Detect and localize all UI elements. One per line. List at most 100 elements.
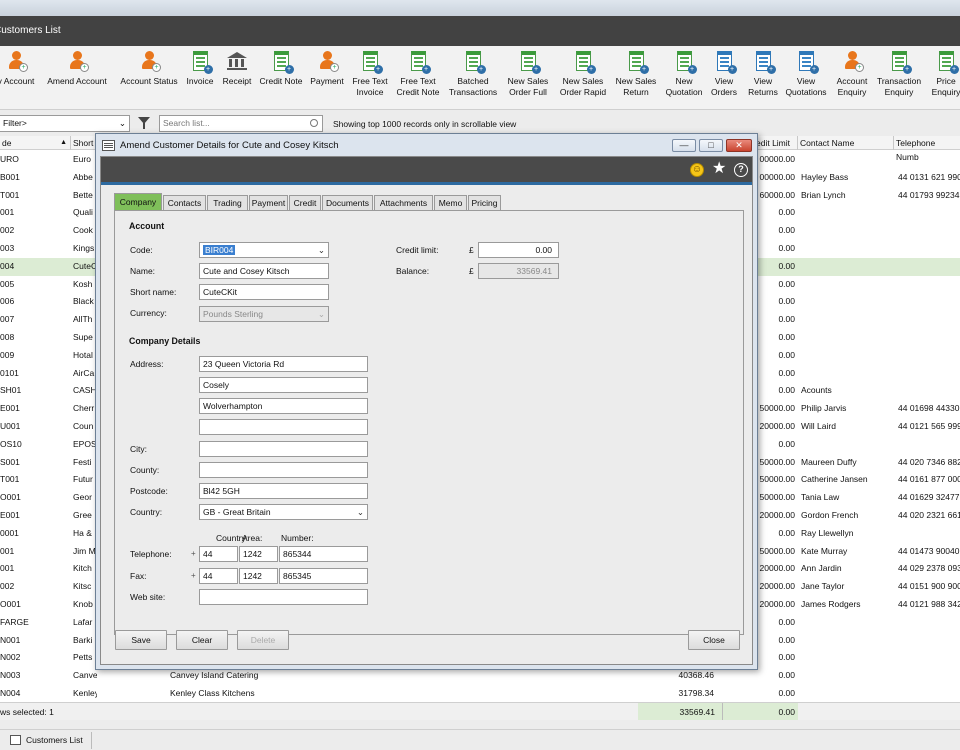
telephone-country-field[interactable]: 44 <box>199 546 238 562</box>
free-text-invoice-icon: + <box>360 50 383 74</box>
save-button[interactable]: Save <box>115 630 167 650</box>
view-returns-icon: + <box>753 50 776 74</box>
toolbar-button[interactable]: + Account Enquiry <box>830 50 874 98</box>
col-telephone-header[interactable]: Telephone Numb <box>893 136 960 162</box>
address-label: Address: <box>130 359 164 369</box>
postcode-field[interactable]: Bl42 5GH <box>199 483 368 499</box>
search-icon[interactable] <box>310 119 318 127</box>
tab-pricing[interactable]: Pricing <box>468 195 501 210</box>
col-code-label: de <box>2 138 12 148</box>
tab-attachments[interactable]: Attachments <box>374 195 433 210</box>
address-line-1[interactable]: 23 Queen Victoria Rd <box>199 356 368 372</box>
address-line-3[interactable]: Wolverhampton <box>199 398 368 414</box>
tab-trading[interactable]: Trading <box>207 195 248 210</box>
cell-short: Gree <box>73 510 92 520</box>
help-icon[interactable]: ? <box>734 163 748 177</box>
toolbar-button[interactable]: + Batched Transactions <box>445 50 501 98</box>
balance-currency: £ <box>469 266 474 276</box>
city-field[interactable] <box>199 441 368 457</box>
fax-label: Fax: <box>130 571 147 581</box>
clear-button[interactable]: Clear <box>176 630 228 650</box>
toolbar-button-label: New Sales Order Full <box>507 76 549 97</box>
cell-contact: Philip Jarvis <box>801 403 847 414</box>
cell-short: CanveyIC <box>73 670 97 681</box>
fax-number-field[interactable]: 865345 <box>279 568 368 584</box>
county-field[interactable] <box>199 462 368 478</box>
toolbar-button[interactable]: + New Sales Order Full <box>503 50 553 98</box>
cell-short: AirCa <box>73 367 95 378</box>
cell-tel: 44 029 2378 093 <box>898 563 960 574</box>
telephone-number-field[interactable]: 865344 <box>279 546 368 562</box>
name-field[interactable]: Cute and Cosey Kitsch <box>199 263 329 279</box>
toolbar-button[interactable]: + Invoice <box>183 50 217 87</box>
toolbar-button[interactable]: + View Returns <box>744 50 782 98</box>
funnel-icon[interactable] <box>138 117 150 129</box>
cell-short: CuteC <box>73 260 97 271</box>
country-select[interactable]: GB - Great Britain ⌄ <box>199 504 368 520</box>
col-code-header[interactable]: de ▲ <box>0 136 70 150</box>
tab-company[interactable]: Company <box>114 193 162 210</box>
toolbar-button[interactable]: + New Quotation <box>663 50 705 98</box>
cell-code: O001 <box>0 492 21 503</box>
toolbar-button[interactable]: + v Account <box>0 50 40 87</box>
company-details-heading: Company Details <box>129 336 201 346</box>
toolbar-button[interactable]: + New Sales Order Rapid <box>557 50 609 98</box>
minimize-icon[interactable]: — <box>672 139 696 152</box>
cell-short: Kings <box>73 243 95 253</box>
tab-memo[interactable]: Memo <box>434 195 467 210</box>
col-credit-limit-header[interactable]: edit Limit <box>753 136 797 150</box>
toolbar-button-label: Payment <box>310 76 344 86</box>
close-icon[interactable]: ✕ <box>726 139 752 152</box>
cell-short: Black <box>73 296 94 307</box>
search-input[interactable]: Search list... <box>159 115 323 132</box>
dialog-title-bar[interactable]: Amend Customer Details for Cute and Cose… <box>96 134 757 158</box>
cell-short: AllTh <box>73 314 93 325</box>
credit-limit-field[interactable]: 0.00 <box>478 242 559 258</box>
address-line-2[interactable]: Cosely <box>199 377 368 393</box>
toolbar-button[interactable]: + View Quotations <box>783 50 829 98</box>
web-site-field[interactable] <box>199 589 368 605</box>
toolbar-button[interactable]: + Price Enquiry <box>926 50 960 98</box>
toolbar-button[interactable]: + New Sales Return <box>611 50 661 98</box>
free-text-credit-note-icon: + <box>408 50 431 74</box>
tab-documents[interactable]: Documents <box>322 195 373 210</box>
tab-credit[interactable]: Credit <box>289 195 321 210</box>
address-line-4[interactable] <box>199 419 368 435</box>
cell-short: Kitsc <box>73 581 92 592</box>
toolbar-button[interactable]: + Transaction Enquiry <box>875 50 923 98</box>
table-row[interactable]: N004 KenleyCl Kenley Class Kitchens 31798.3… <box>0 685 960 703</box>
toolbar-button[interactable]: + Amend Account <box>45 50 109 87</box>
telephone-area-field[interactable]: 1242 <box>239 546 278 562</box>
tab-contacts[interactable]: Contacts <box>163 195 206 210</box>
col-credit-limit-label: edit Limit <box>756 138 791 148</box>
balance-field: 33569.41 <box>478 263 559 279</box>
toolbar-button[interactable]: + Free Text Credit Note <box>393 50 443 98</box>
toolbar-button-label: Account Enquiry <box>836 76 868 97</box>
fax-country-field[interactable]: 44 <box>199 568 238 584</box>
toolbar-button[interactable]: + Payment <box>308 50 346 87</box>
tab-payment[interactable]: Payment <box>249 195 288 210</box>
smiley-icon[interactable]: ☺ <box>690 163 704 177</box>
window-title: Customers List <box>0 25 61 36</box>
cell-name: Kenley Class Kitchens <box>170 688 255 698</box>
cell-short: KenleyCl <box>73 688 97 698</box>
taskbar-customers-list[interactable]: Customers List <box>4 732 92 749</box>
col-contact-header[interactable]: Contact Name <box>797 136 893 150</box>
toolbar-button[interactable]: + Credit Note <box>256 50 306 87</box>
window-title-bar: Customers List <box>0 16 960 46</box>
close-button[interactable]: Close <box>688 630 740 650</box>
short-name-field[interactable]: CuteCKit <box>199 284 329 300</box>
fax-area-field[interactable]: 1242 <box>239 568 278 584</box>
star-icon[interactable]: ★ <box>712 160 726 178</box>
cell-tel: 44 020 2321 661 <box>898 510 960 520</box>
delete-button[interactable]: Delete <box>237 630 289 650</box>
cell-code: 002 <box>0 581 15 592</box>
toolbar-button[interactable]: + Account Status <box>116 50 182 87</box>
maximize-icon[interactable]: □ <box>699 139 723 152</box>
cell-contact: Ann Jardin <box>801 563 842 574</box>
toolbar-button[interactable]: Receipt <box>220 50 254 87</box>
toolbar-button[interactable]: + Free Text Invoice <box>347 50 393 98</box>
code-select[interactable]: BIR004 ⌄ <box>199 242 329 258</box>
filter-select[interactable]: Filter> ⌄ <box>0 115 130 132</box>
toolbar-button[interactable]: + View Orders <box>705 50 743 98</box>
